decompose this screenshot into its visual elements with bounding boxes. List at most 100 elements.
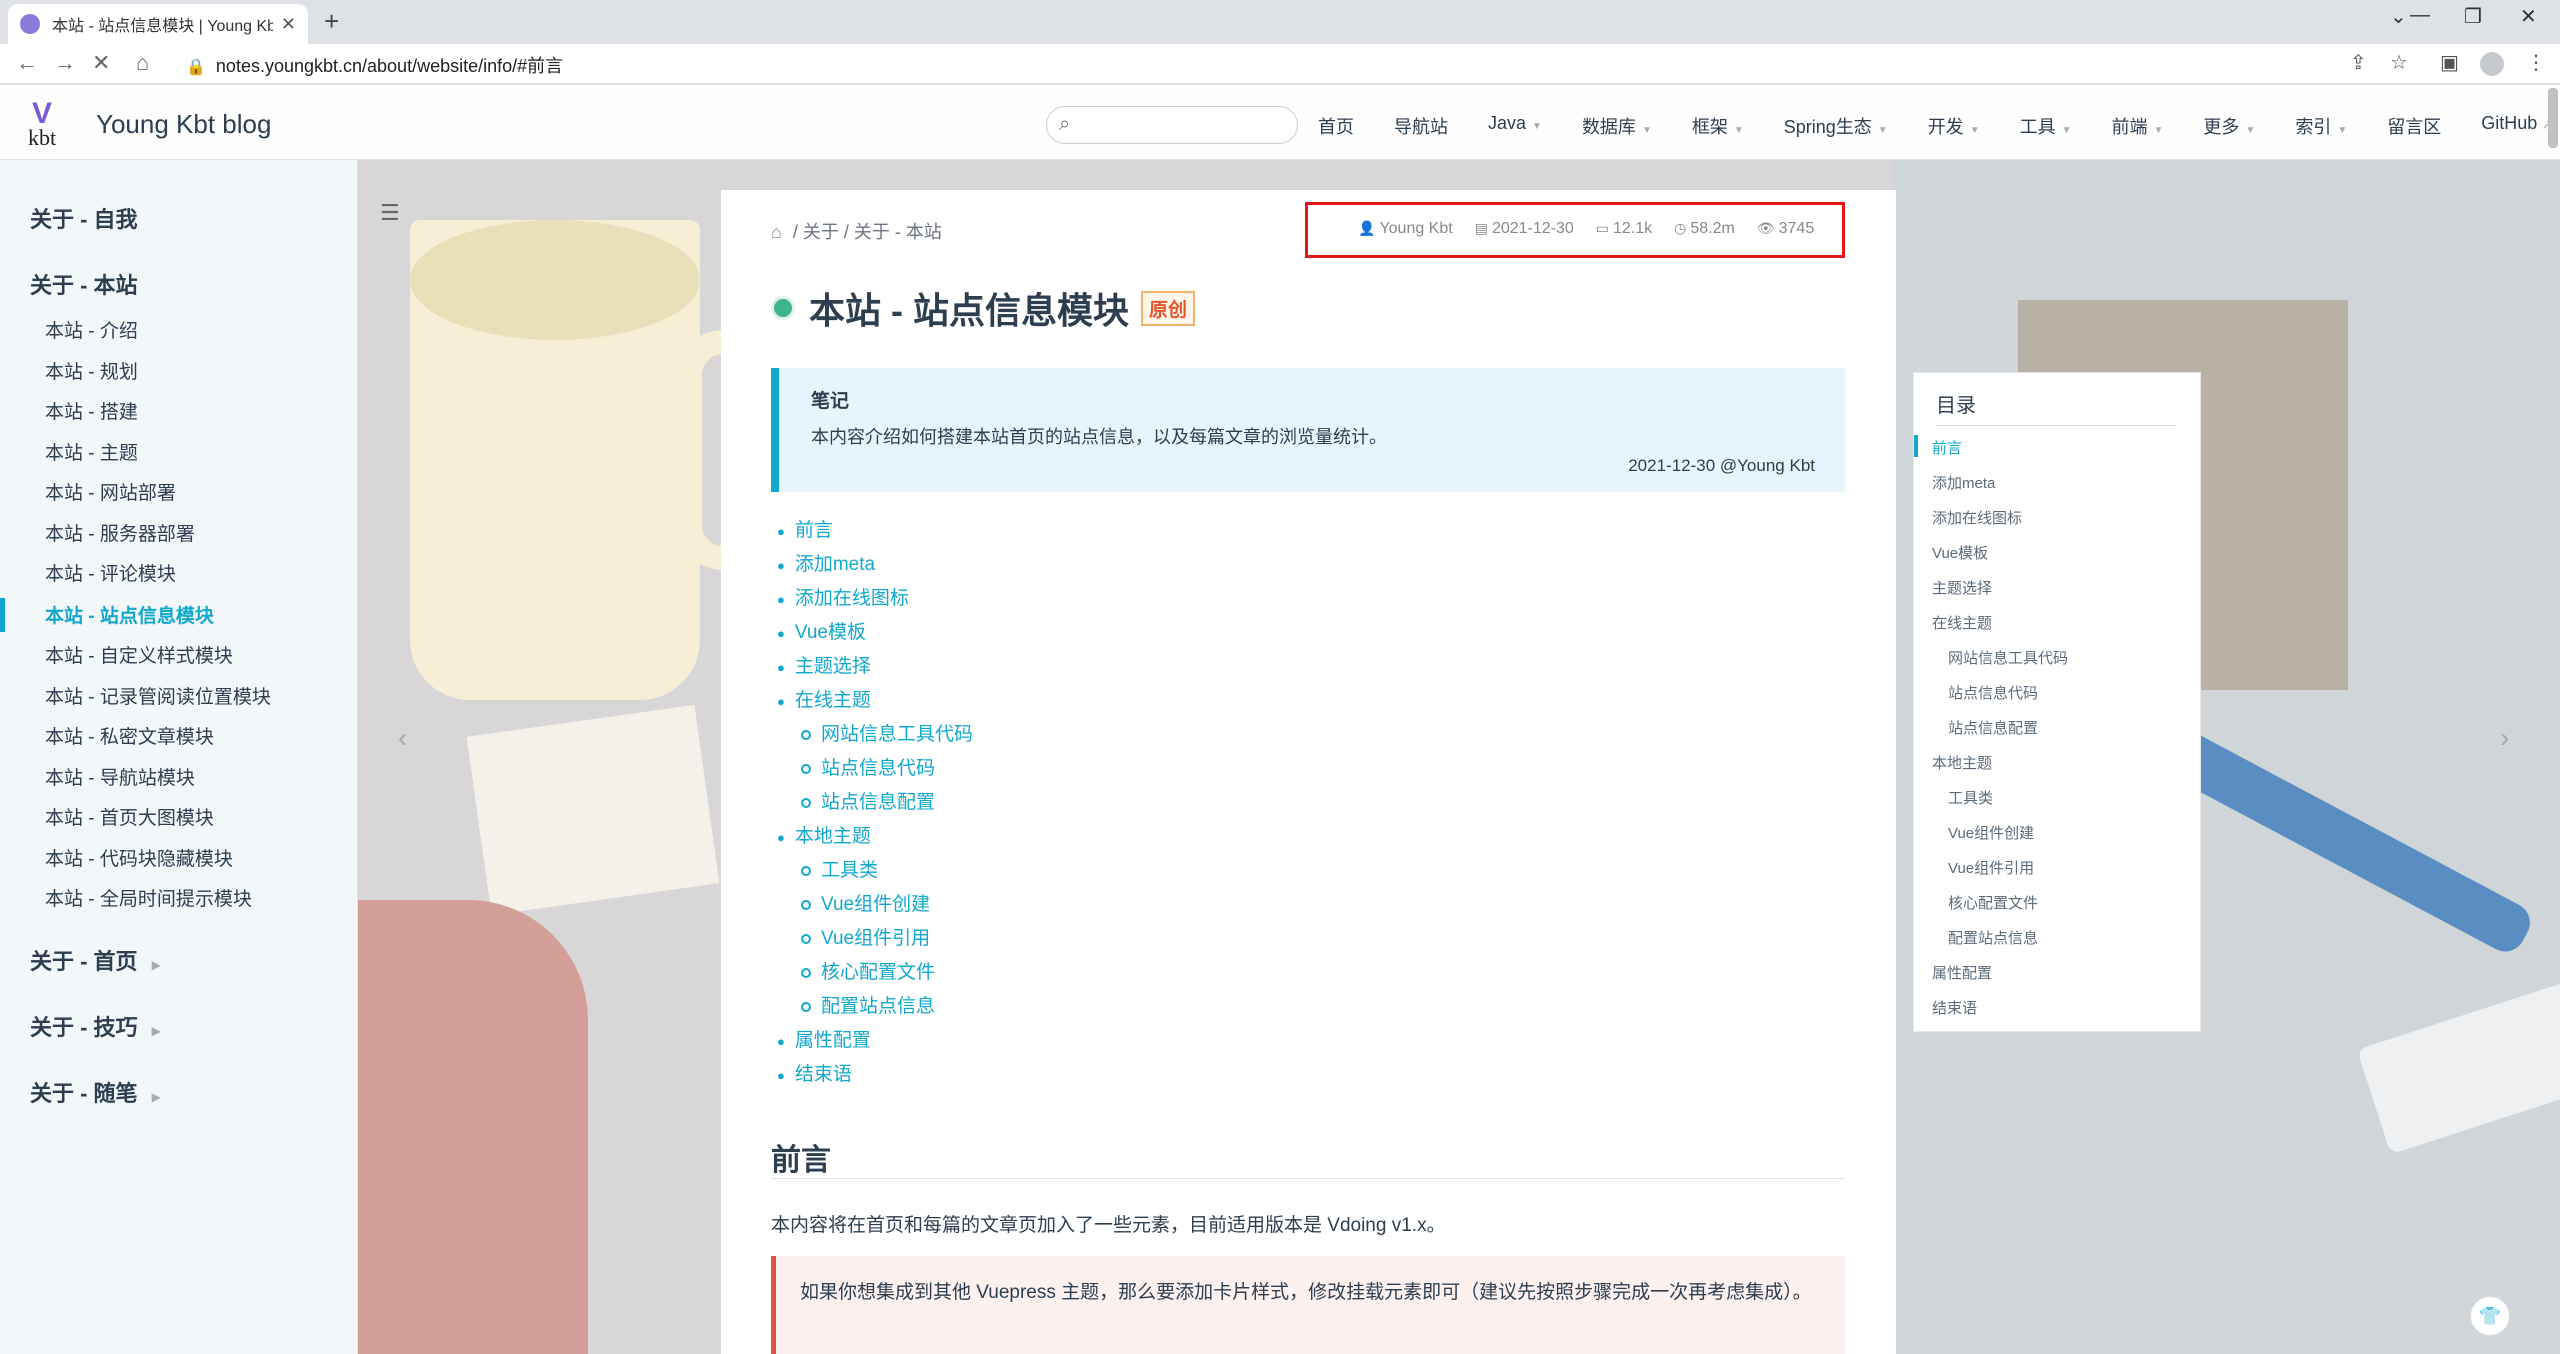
forward-icon[interactable]: → (54, 50, 76, 76)
home-icon[interactable]: ⌂ (136, 50, 149, 76)
toc-sublink[interactable]: 核心配置文件 (801, 957, 935, 984)
nav-item-spring[interactable]: Spring生态 ▼ (1784, 113, 1888, 139)
nav-item-more[interactable]: 更多 ▼ (2203, 113, 2255, 139)
nav-item-framework[interactable]: 框架 ▼ (1692, 113, 1744, 139)
toc-panel-item-active[interactable]: 前言 (1932, 437, 1962, 458)
toc-link[interactable]: ● 属性配置 (777, 1025, 871, 1052)
nav-item-index[interactable]: 索引 ▼ (2295, 113, 2347, 139)
nav-item-home[interactable]: 首页 (1318, 113, 1354, 139)
sidebar-item[interactable]: 本站 - 全局时间提示模块 (45, 884, 252, 911)
sidebar-item[interactable]: 本站 - 规划 (45, 357, 138, 384)
toc-sublink[interactable]: 站点信息代码 (801, 753, 935, 780)
sidebar-item[interactable]: 本站 - 代码块隐藏模块 (45, 844, 233, 871)
close-window-button[interactable]: ✕ (2520, 4, 2537, 29)
sidebar-item[interactable]: 本站 - 私密文章模块 (45, 722, 214, 749)
sidebar-item[interactable]: 本站 - 自定义样式模块 (45, 641, 233, 668)
meta-views: 👁 3745 (1756, 220, 1815, 237)
back-icon[interactable]: ← (16, 50, 38, 76)
toc-link[interactable]: ● 添加meta (777, 549, 875, 576)
toc-sublink[interactable]: 配置站点信息 (801, 991, 935, 1018)
toc-link[interactable]: ● 前言 (777, 515, 833, 542)
toc-panel-subitem[interactable]: Vue组件创建 (1948, 822, 2034, 843)
breadcrumb-item[interactable]: 关于 - 本站 (854, 222, 942, 242)
nav-item-dev[interactable]: 开发 ▼ (1928, 113, 1980, 139)
site-logo[interactable]: V kbt (28, 97, 74, 150)
sidebar-item[interactable]: 本站 - 介绍 (45, 316, 138, 343)
sidebar-group-site[interactable]: 关于 - 本站 (30, 268, 138, 300)
toc-panel-item[interactable]: 结束语 (1932, 997, 1977, 1018)
breadcrumb-item[interactable]: 关于 (803, 222, 839, 242)
toc-panel-subitem[interactable]: 配置站点信息 (1948, 927, 2038, 948)
toc-panel-item[interactable]: 在线主题 (1932, 612, 1992, 633)
sidebar-group-self[interactable]: 关于 - 自我 (30, 202, 138, 234)
toc-panel-item[interactable]: 添加在线图标 (1932, 507, 2022, 528)
toc-link[interactable]: ● Vue模板 (777, 617, 866, 644)
toc-link[interactable]: ● 主题选择 (777, 651, 871, 678)
toc-sublink[interactable]: 站点信息配置 (801, 787, 935, 814)
toc-panel-item[interactable]: Vue模板 (1932, 542, 1988, 563)
url-field[interactable]: 🔒 notes.youngkbt.cn/about/website/info/#前… (186, 52, 563, 78)
restore-button[interactable]: ❐ (2464, 4, 2482, 29)
bookmark-star-icon[interactable]: ☆ (2390, 50, 2408, 75)
sidebar-group-essays[interactable]: 关于 - 随笔 ▶ (30, 1076, 161, 1108)
nav-item-messages[interactable]: 留言区 (2387, 113, 2441, 139)
nav-item-navsite[interactable]: 导航站 (1394, 113, 1448, 139)
toc-sublink[interactable]: 工具类 (801, 855, 878, 882)
sidebar-item[interactable]: 本站 - 网站部署 (45, 478, 176, 505)
sidebar-item[interactable]: 本站 - 导航站模块 (45, 763, 195, 790)
meta-author[interactable]: 👤 Young Kbt (1358, 220, 1453, 238)
sidebar-item[interactable]: 本站 - 主题 (45, 438, 138, 465)
toc-sublink[interactable]: Vue组件引用 (801, 923, 930, 950)
new-tab-button[interactable]: + (324, 6, 339, 37)
toc-panel-subitem[interactable]: 网站信息工具代码 (1948, 647, 2068, 668)
nav-item-database[interactable]: 数据库 ▼ (1582, 113, 1652, 139)
toc-panel-item[interactable]: 主题选择 (1932, 577, 1992, 598)
toc-panel-subitem[interactable]: 站点信息配置 (1948, 717, 2038, 738)
tab-close-icon[interactable]: ✕ (281, 14, 296, 35)
toc-panel-subitem[interactable]: 工具类 (1948, 787, 1993, 808)
browser-tab[interactable]: 本站 - 站点信息模块 | Young Kb ✕ (8, 4, 308, 44)
toc-panel-subitem[interactable]: 核心配置文件 (1948, 892, 2038, 913)
browser-menu-icon[interactable]: ⋮ (2526, 50, 2546, 75)
toc-panel-subitem[interactable]: 站点信息代码 (1948, 682, 2038, 703)
sidebar-group-home[interactable]: 关于 - 首页 ▶ (30, 944, 161, 976)
toc-link[interactable]: ● 结束语 (777, 1059, 852, 1086)
book-icon: ▭ (1595, 220, 1610, 236)
sidebar-item[interactable]: 本站 - 服务器部署 (45, 519, 195, 546)
tab-search-chevron-icon[interactable]: ⌄ (2390, 4, 2407, 29)
toc-sublink[interactable]: 网站信息工具代码 (801, 719, 973, 746)
nav-item-java[interactable]: Java ▼ (1488, 113, 1542, 139)
toc-panel-item[interactable]: 本地主题 (1932, 752, 1992, 773)
sidebar-item[interactable]: 本站 - 记录管阅读位置模块 (45, 682, 271, 709)
sidebar-item[interactable]: 本站 - 搭建 (45, 397, 138, 424)
home-icon[interactable]: ⌂ (771, 222, 782, 242)
site-name[interactable]: Young Kbt blog (96, 109, 271, 140)
nav-item-tools[interactable]: 工具 ▼ (2020, 113, 2072, 139)
toc-link[interactable]: ● 添加在线图标 (777, 583, 909, 610)
profile-avatar[interactable] (2480, 52, 2504, 76)
search-input[interactable] (1087, 113, 1287, 137)
share-icon[interactable]: ⇪ (2350, 50, 2367, 75)
toc-link[interactable]: ● 本地主题 (777, 821, 871, 848)
nav-item-github[interactable]: GitHub↗ (2481, 113, 2553, 139)
nav-item-frontend[interactable]: 前端 ▼ (2112, 113, 2164, 139)
toc-sublink[interactable]: Vue组件创建 (801, 889, 930, 916)
sidebar-group-tips[interactable]: 关于 - 技巧 ▶ (30, 1010, 161, 1042)
sidebar-item[interactable]: 本站 - 首页大图模块 (45, 803, 214, 830)
next-arrow-icon[interactable]: › (2500, 722, 2509, 754)
reload-stop-icon[interactable]: ✕ (92, 50, 110, 76)
search-box[interactable]: ⌕ (1046, 106, 1298, 144)
sidebar-toggle-menu-icon[interactable]: ☰ (380, 200, 400, 226)
toc-panel-item[interactable]: 属性配置 (1932, 962, 1992, 983)
sidebar-item-active[interactable]: 本站 - 站点信息模块 (45, 601, 214, 628)
page-scrollbar[interactable] (2548, 88, 2558, 148)
side-panel-icon[interactable]: ▣ (2440, 50, 2459, 75)
prev-arrow-icon[interactable]: ‹ (398, 722, 407, 754)
minimize-button[interactable]: — (2410, 4, 2430, 27)
toc-panel-item[interactable]: 添加meta (1932, 472, 1995, 493)
theme-shirt-icon[interactable]: 👕 (2470, 1296, 2510, 1336)
intro-paragraph: 本内容将在首页和每篇的文章页加入了一些元素，目前适用版本是 Vdoing v1.… (771, 1215, 1446, 1236)
toc-link[interactable]: ● 在线主题 (777, 685, 871, 712)
toc-panel-subitem[interactable]: Vue组件引用 (1948, 857, 2034, 878)
sidebar-item[interactable]: 本站 - 评论模块 (45, 559, 176, 586)
